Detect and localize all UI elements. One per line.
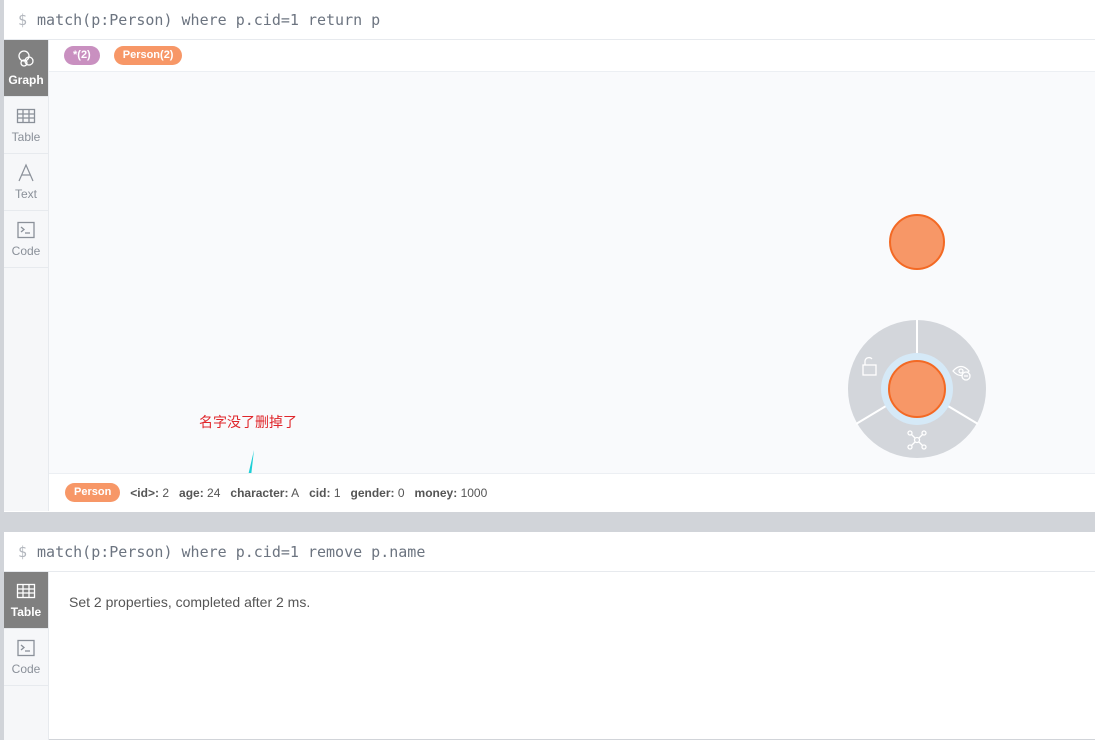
tab-table[interactable]: Table [4,97,48,154]
result-message: Set 2 properties, completed after 2 ms. [69,594,311,610]
prop-gender: gender: 0 [350,485,405,500]
prop-age: age: 24 [179,485,221,500]
tab-code-label: Code [11,244,41,258]
prop-id: <id>: 2 [130,485,170,500]
graph-canvas[interactable]: *(2) Person(2) 名字没了删掉了 Person <id>: 2 ag… [49,40,1095,511]
prompt-symbol: $ [18,10,28,29]
tab-graph[interactable]: Graph [4,40,48,97]
tab-table-label: Table [10,605,42,619]
prop-character: character: A [230,485,300,500]
prompt-symbol: $ [18,542,28,561]
prop-money: money: 1000 [414,485,488,500]
table-icon [16,108,36,124]
code-icon [17,639,35,657]
tab-code[interactable]: Code [4,211,48,268]
result-frame-2: $ match(p:Person) where p.cid=1 remove p… [4,532,1095,740]
legend-all-pill[interactable]: *(2) [64,46,100,65]
graph-node[interactable] [889,214,945,270]
table-icon [16,583,36,599]
node-properties-bar: Person <id>: 2 age: 24 character: A cid:… [49,473,1095,511]
annotation-text: 名字没了删掉了 [199,414,297,430]
query-text[interactable]: match(p:Person) where p.cid=1 return p [37,11,380,29]
selected-node [888,360,946,418]
tab-table-label: Table [11,130,41,144]
legend-bar: *(2) Person(2) [49,40,1095,72]
view-sidebar: Graph Table Text Code [4,40,49,511]
result-message-area: Set 2 properties, completed after 2 ms. [49,572,1095,740]
legend-person-pill[interactable]: Person(2) [113,46,183,65]
query-text[interactable]: match(p:Person) where p.cid=1 remove p.n… [37,543,425,561]
query-editor[interactable]: $ match(p:Person) where p.cid=1 return p [4,0,1095,40]
query-editor[interactable]: $ match(p:Person) where p.cid=1 remove p… [4,532,1095,572]
node-context-menu[interactable] [848,320,986,458]
props-label-pill[interactable]: Person [65,483,121,502]
tab-code[interactable]: Code [4,629,48,686]
view-sidebar: Table Code [4,572,49,740]
tab-table[interactable]: Table [4,572,48,629]
tab-graph-label: Graph [8,73,44,87]
code-icon [17,221,35,239]
tab-text-label: Text [14,187,37,201]
tab-code-label: Code [11,662,41,676]
graph-icon [18,50,34,67]
prop-cid: cid: 1 [309,485,341,500]
result-frame-1: $ match(p:Person) where p.cid=1 return p… [4,0,1095,512]
tab-text[interactable]: Text [4,154,48,211]
text-icon [18,163,34,182]
